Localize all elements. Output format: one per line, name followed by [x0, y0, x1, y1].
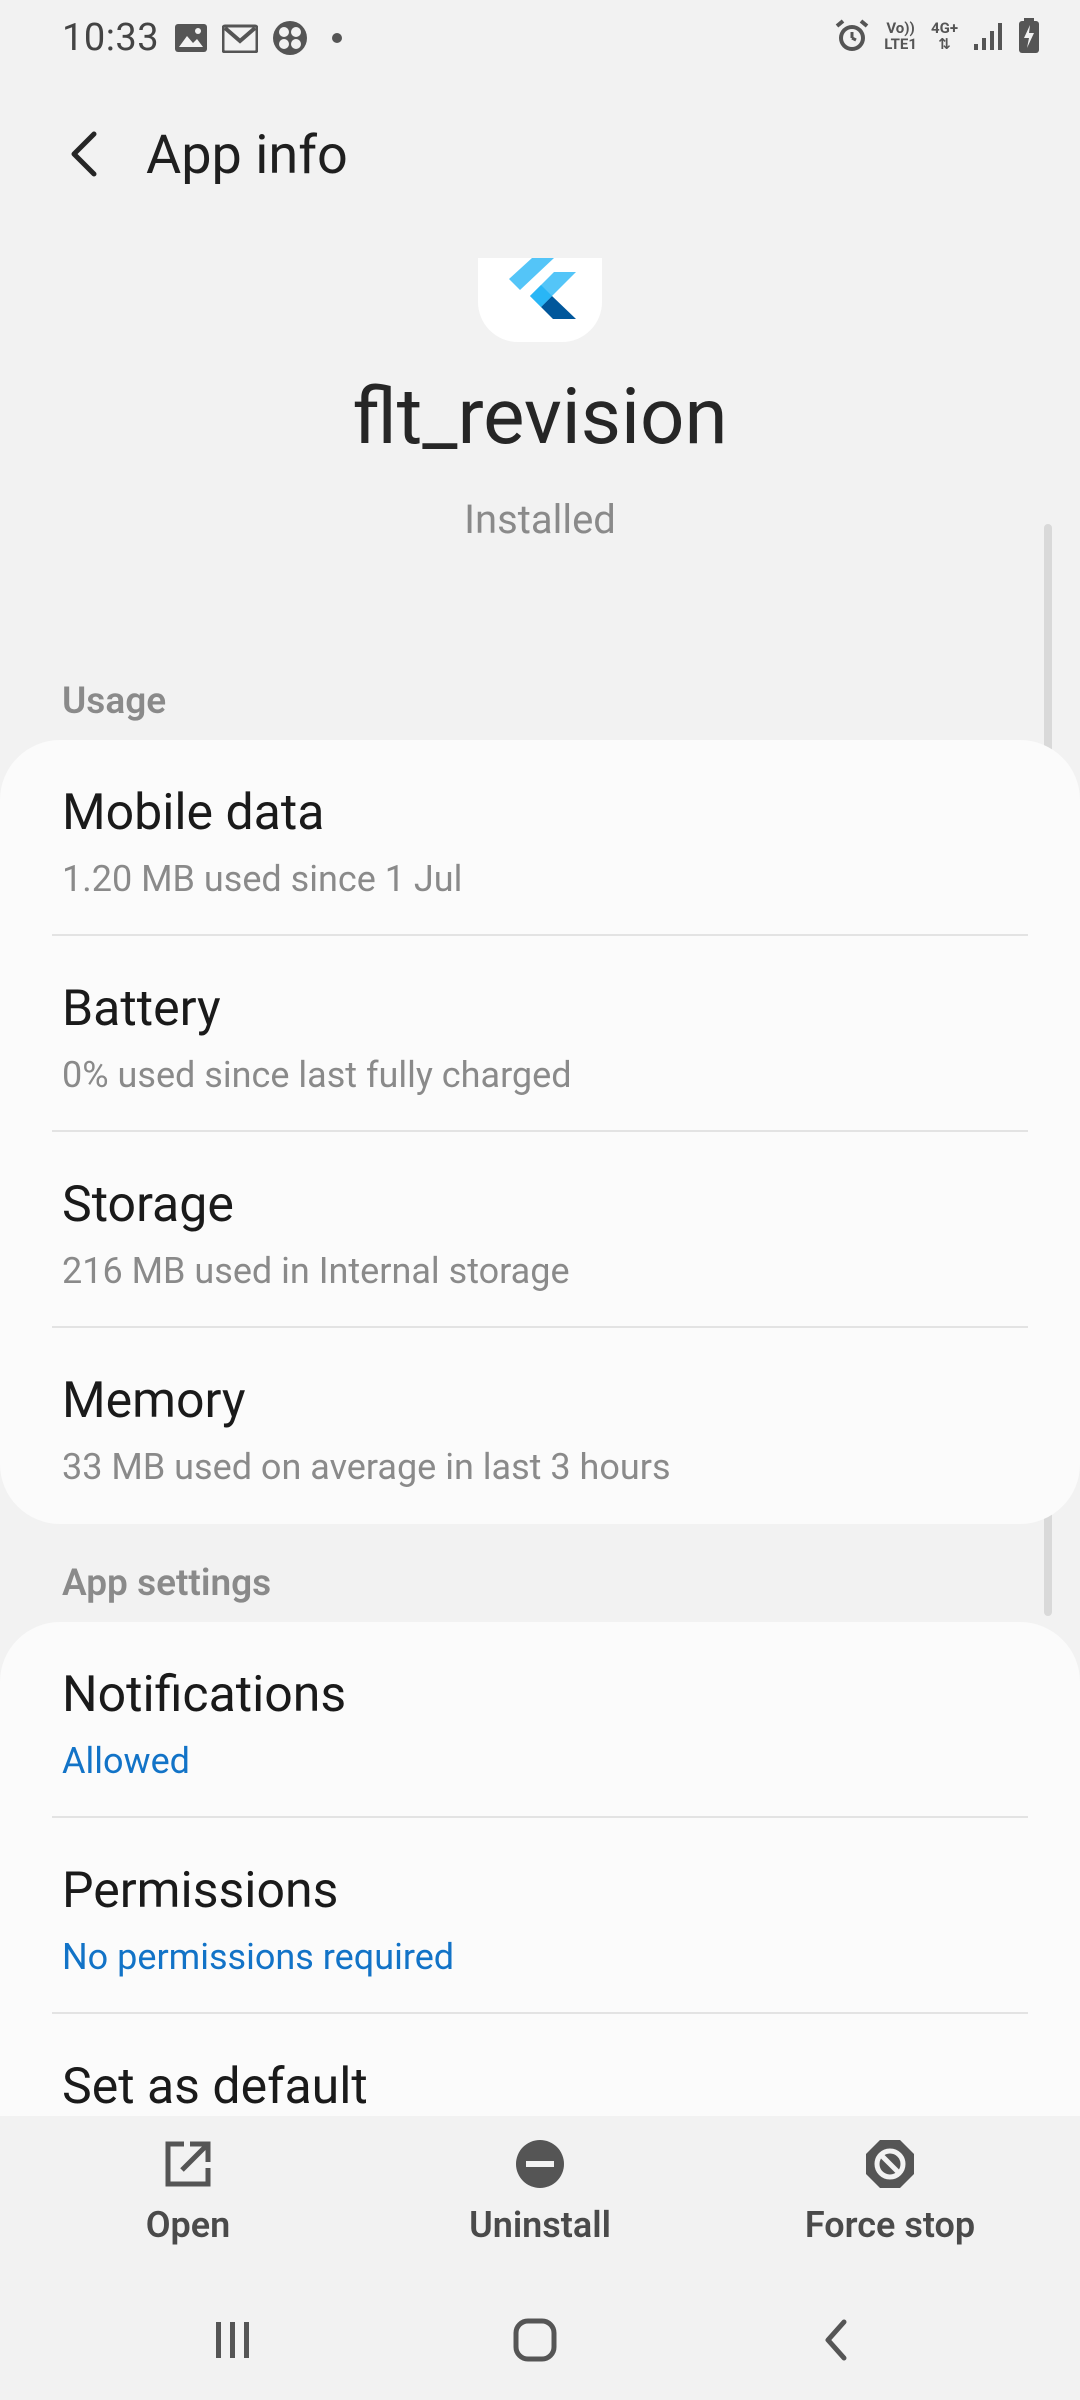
flutter-logo-icon [509, 258, 576, 319]
block-icon [866, 2140, 914, 2188]
volte-top-label: Vo)) [886, 19, 915, 37]
signal-icon [974, 23, 1002, 50]
open-external-icon [165, 2141, 211, 2187]
app-icon [478, 258, 602, 342]
4g-icon: 4G+ ⇅ [931, 20, 958, 52]
page-title: App info [146, 124, 348, 187]
item-title: Battery [62, 980, 221, 1038]
list-item-set-as-default[interactable]: Set as default [0, 2014, 1080, 2116]
bottom-action-bar: Open Uninstall Force stop [0, 2116, 1080, 2266]
open-button[interactable]: Open [58, 2138, 318, 2246]
item-subtitle: 1.20 MB used since 1 Jul [62, 858, 463, 900]
item-subtitle: 0% used since last fully charged [62, 1054, 572, 1096]
alarm-icon [835, 19, 869, 51]
list-item-permissions[interactable]: Permissions No permissions required [0, 1818, 1080, 2014]
volte-icon: Vo)) LTE1 [884, 20, 917, 52]
force-stop-button[interactable]: Force stop [760, 2138, 1020, 2246]
item-subtitle: Allowed [62, 1740, 190, 1782]
system-navigation-bar [0, 2270, 1080, 2400]
recents-icon [216, 2322, 249, 2358]
nav-back-button[interactable] [808, 2310, 868, 2370]
app-bar: App info [0, 110, 1080, 200]
item-subtitle: 33 MB used on average in last 3 hours [62, 1446, 671, 1488]
item-title: Memory [62, 1372, 246, 1430]
uninstall-button[interactable]: Uninstall [410, 2138, 670, 2246]
recents-button[interactable] [202, 2310, 262, 2370]
volte-bottom-label: LTE1 [884, 35, 917, 53]
pinwheel-icon [273, 21, 307, 55]
status-time: 10:33 [62, 16, 160, 60]
force-stop-label: Force stop [804, 2204, 976, 2246]
battery-charging-icon [1019, 18, 1039, 53]
status-bar: 10:33 Vo)) LTE1 4G+ ⇅ [0, 0, 1080, 80]
image-icon [175, 24, 207, 52]
app-install-status: Installed [464, 496, 616, 543]
app-settings-card: Notifications Allowed Permissions No per… [0, 1622, 1080, 2116]
back-icon [825, 2319, 847, 2361]
section-header-app-settings: App settings [62, 1562, 272, 1605]
home-button[interactable] [505, 2310, 565, 2370]
list-item-mobile-data[interactable]: Mobile data 1.20 MB used since 1 Jul [0, 740, 1080, 936]
list-item-storage[interactable]: Storage 216 MB used in Internal storage [0, 1132, 1080, 1328]
section-header-usage: Usage [62, 680, 167, 723]
list-item-notifications[interactable]: Notifications Allowed [0, 1622, 1080, 1818]
gmail-icon [222, 24, 258, 53]
app-name: flt_revision [352, 372, 728, 463]
system-status-icons: Vo)) LTE1 4G+ ⇅ [834, 18, 1040, 54]
item-title: Mobile data [62, 784, 325, 842]
uninstall-label: Uninstall [469, 2204, 611, 2246]
dot-icon [332, 33, 342, 43]
item-title: Set as default [62, 2058, 368, 2116]
usage-card: Mobile data 1.20 MB used since 1 Jul Bat… [0, 740, 1080, 1524]
chevron-left-icon [71, 131, 97, 177]
minus-circle-icon [516, 2140, 564, 2188]
network-label: 4G+ [930, 19, 958, 37]
list-item-memory[interactable]: Memory 33 MB used on average in last 3 h… [0, 1328, 1080, 1524]
item-subtitle: No permissions required [62, 1936, 455, 1978]
data-arrows-icon: ⇅ [938, 35, 951, 53]
item-title: Storage [62, 1176, 234, 1234]
item-title: Permissions [62, 1862, 339, 1920]
open-label: Open [145, 2204, 231, 2246]
item-subtitle: 216 MB used in Internal storage [62, 1250, 570, 1292]
item-title: Notifications [62, 1666, 347, 1724]
notification-icons [174, 20, 342, 56]
home-icon [513, 2318, 557, 2362]
list-item-battery[interactable]: Battery 0% used since last fully charged [0, 936, 1080, 1132]
back-button[interactable] [58, 126, 114, 182]
